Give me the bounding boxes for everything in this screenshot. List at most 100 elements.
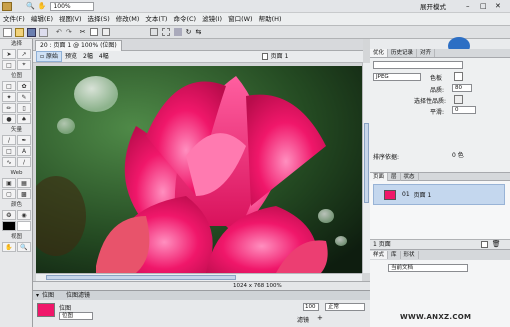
marquee-tool-icon[interactable]: □: [2, 81, 16, 91]
crop-tool-icon[interactable]: ⌖: [17, 60, 31, 70]
view-2up-tab[interactable]: 2幅: [80, 51, 96, 63]
zoom-tool-icon[interactable]: 🔍: [17, 242, 31, 252]
tab-optimize[interactable]: 优化: [370, 49, 389, 57]
page-list-item[interactable]: 01 页面 1: [373, 184, 505, 205]
menu-file[interactable]: 文件(F): [0, 13, 28, 26]
copy-icon[interactable]: [89, 28, 98, 36]
hotspot-tool-icon[interactable]: ▣: [2, 178, 16, 188]
opacity-field[interactable]: 100: [303, 303, 319, 311]
import-icon[interactable]: [39, 27, 48, 37]
menu-commands[interactable]: 命令(C): [170, 13, 199, 26]
workspace-label[interactable]: 展开模式: [420, 1, 446, 11]
open-icon[interactable]: [15, 27, 24, 37]
smoothing-field[interactable]: 0: [452, 106, 476, 114]
minimize-icon[interactable]: –: [466, 2, 470, 10]
ungroup-icon[interactable]: [161, 28, 170, 36]
styles-document-select[interactable]: 当前文档: [388, 264, 468, 272]
fill-color-swatch[interactable]: [17, 221, 31, 231]
scale-tool-icon[interactable]: □: [2, 60, 16, 70]
close-icon[interactable]: ✕: [495, 2, 501, 10]
right-panel-top: [370, 37, 510, 55]
pencil-tool-icon[interactable]: ✏: [2, 103, 16, 113]
tab-library[interactable]: 库: [388, 251, 401, 259]
text-tool-icon[interactable]: A: [17, 146, 31, 156]
zoom-dropdown[interactable]: 100%: [50, 1, 95, 11]
vertical-scroll-thumb[interactable]: [364, 123, 369, 203]
knife-tool-icon[interactable]: ∕: [17, 157, 31, 167]
tab-states[interactable]: 状态: [401, 172, 419, 181]
tab-align[interactable]: 对齐: [417, 49, 436, 57]
selective-quality-button[interactable]: [454, 95, 463, 104]
menu-edit[interactable]: 编辑(E): [28, 13, 56, 26]
properties-collapse-icon[interactable]: ▾: [36, 291, 39, 300]
eraser-tool-icon[interactable]: ▯: [17, 103, 31, 113]
stroke-color-swatch[interactable]: [2, 221, 16, 231]
horizontal-scrollbar[interactable]: [36, 273, 362, 281]
horizontal-scroll-thumb[interactable]: [46, 275, 236, 280]
document-tab[interactable]: 20 : 页面 1 @ 100% (位图): [35, 39, 122, 51]
blur-tool-icon[interactable]: ●: [2, 114, 16, 124]
quality-field[interactable]: 80: [452, 84, 472, 92]
cut-icon[interactable]: ✂: [80, 28, 86, 36]
tab-history[interactable]: 历史记录: [388, 49, 418, 57]
view-original-tab[interactable]: ▫ 原始: [36, 51, 62, 62]
lasso-tool-icon[interactable]: ✿: [17, 81, 31, 91]
paste-icon[interactable]: [101, 28, 110, 36]
restore-icon[interactable]: □: [480, 2, 487, 10]
paint-bucket-tool-icon[interactable]: ◉: [17, 210, 31, 220]
eyedropper-tool-icon[interactable]: ❂: [2, 210, 16, 220]
rotate-icon[interactable]: ↻: [186, 28, 192, 36]
zoom-icon[interactable]: 🔍: [26, 2, 35, 10]
menu-select[interactable]: 选择(S): [85, 13, 113, 26]
hide-slices-icon[interactable]: ▢: [2, 189, 16, 199]
flip-icon[interactable]: ⇆: [196, 28, 202, 36]
undo-icon[interactable]: ↶: [56, 28, 62, 36]
tab-styles[interactable]: 样式: [370, 251, 389, 259]
subselect-tool-icon[interactable]: ↗: [17, 49, 31, 59]
hand-icon[interactable]: ✋: [38, 2, 47, 10]
matte-swatch[interactable]: [454, 72, 463, 81]
properties-tab-filters[interactable]: 位图滤镜: [66, 291, 90, 300]
pointer-tool-icon[interactable]: ➤: [2, 49, 16, 59]
tab-shapes[interactable]: 形状: [401, 251, 419, 259]
new-page-icon[interactable]: [480, 241, 488, 248]
format-select[interactable]: JPEG: [373, 73, 421, 81]
menu-window[interactable]: 窗口(W): [225, 13, 256, 26]
menu-text[interactable]: 文本(T): [142, 13, 170, 26]
save-icon[interactable]: [27, 27, 36, 37]
magic-wand-tool-icon[interactable]: ✦: [2, 92, 16, 102]
view-preview-tab[interactable]: 预览: [62, 51, 80, 63]
hand-tool-icon[interactable]: ✋: [2, 242, 16, 252]
add-filter-icon[interactable]: +: [317, 314, 323, 322]
vertical-scrollbar[interactable]: [362, 63, 370, 273]
page-label[interactable]: 页面 1: [268, 51, 292, 63]
styles-panel-tabs: 样式 库 形状: [370, 249, 510, 260]
menu-view[interactable]: 视图(V): [56, 13, 85, 26]
stamp-tool-icon[interactable]: ♠: [17, 114, 31, 124]
show-slices-icon[interactable]: ▩: [17, 189, 31, 199]
slice-tool-icon[interactable]: ▦: [17, 178, 31, 188]
group-icon[interactable]: [149, 28, 158, 36]
new-icon[interactable]: [3, 27, 12, 37]
rectangle-tool-icon[interactable]: □: [2, 146, 16, 156]
preset-select[interactable]: [373, 61, 463, 69]
freeform-tool-icon[interactable]: ∿: [2, 157, 16, 167]
tab-pages[interactable]: 页面: [370, 172, 389, 181]
menu-help[interactable]: 帮助(H): [256, 13, 285, 26]
menu-filters[interactable]: 滤镜(I): [199, 13, 225, 26]
document-canvas[interactable]: [36, 66, 362, 273]
delete-page-icon[interactable]: 🗑: [492, 240, 501, 249]
tab-layers[interactable]: 层: [388, 172, 401, 181]
align-icon[interactable]: [173, 28, 182, 36]
document-status-bar: 1024 x 768 100%: [33, 281, 370, 290]
properties-tab-bitmap[interactable]: 位图: [42, 291, 54, 300]
line-tool-icon[interactable]: /: [2, 135, 16, 145]
redo-icon[interactable]: ↷: [66, 28, 72, 36]
brush-tool-icon[interactable]: ✎: [17, 92, 31, 102]
pen-tool-icon[interactable]: ✒: [17, 135, 31, 145]
menu-modify[interactable]: 修改(M): [113, 13, 143, 26]
view-4up-tab[interactable]: 4幅: [96, 51, 112, 63]
optimize-panel: JPEG 色板 品质: 80 选择性品质: 平滑: 0 排序依据: 0 色: [370, 58, 510, 172]
object-name-field[interactable]: 位图: [59, 312, 93, 320]
blend-mode-select[interactable]: 正常: [325, 303, 365, 311]
